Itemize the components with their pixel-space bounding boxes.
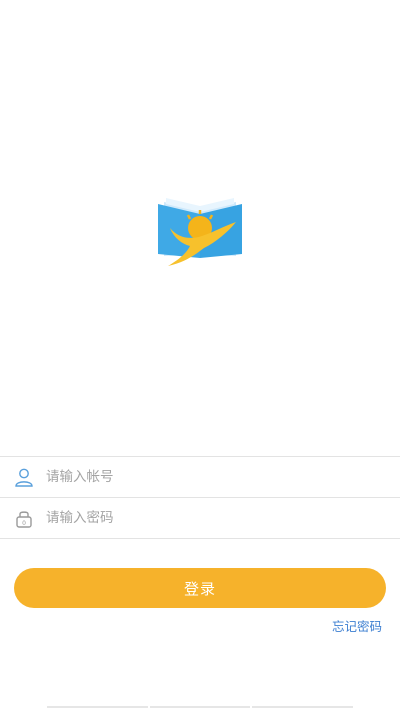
password-field: 0: [0, 497, 400, 539]
login-form: 0: [0, 456, 400, 539]
login-button[interactable]: 登录: [14, 568, 386, 608]
bottom-divider: [47, 706, 354, 708]
svg-text:0: 0: [22, 520, 26, 527]
app-logo: [158, 198, 242, 266]
account-field: [0, 456, 400, 497]
divider-segment: [149, 706, 251, 708]
password-input[interactable]: [46, 498, 376, 538]
forgot-password-link[interactable]: 忘记密码: [332, 616, 382, 635]
lock-icon: 0: [16, 511, 32, 528]
user-icon: [15, 468, 33, 487]
account-input[interactable]: [46, 457, 376, 497]
divider-segment: [252, 706, 354, 708]
divider-segment: [47, 706, 148, 708]
